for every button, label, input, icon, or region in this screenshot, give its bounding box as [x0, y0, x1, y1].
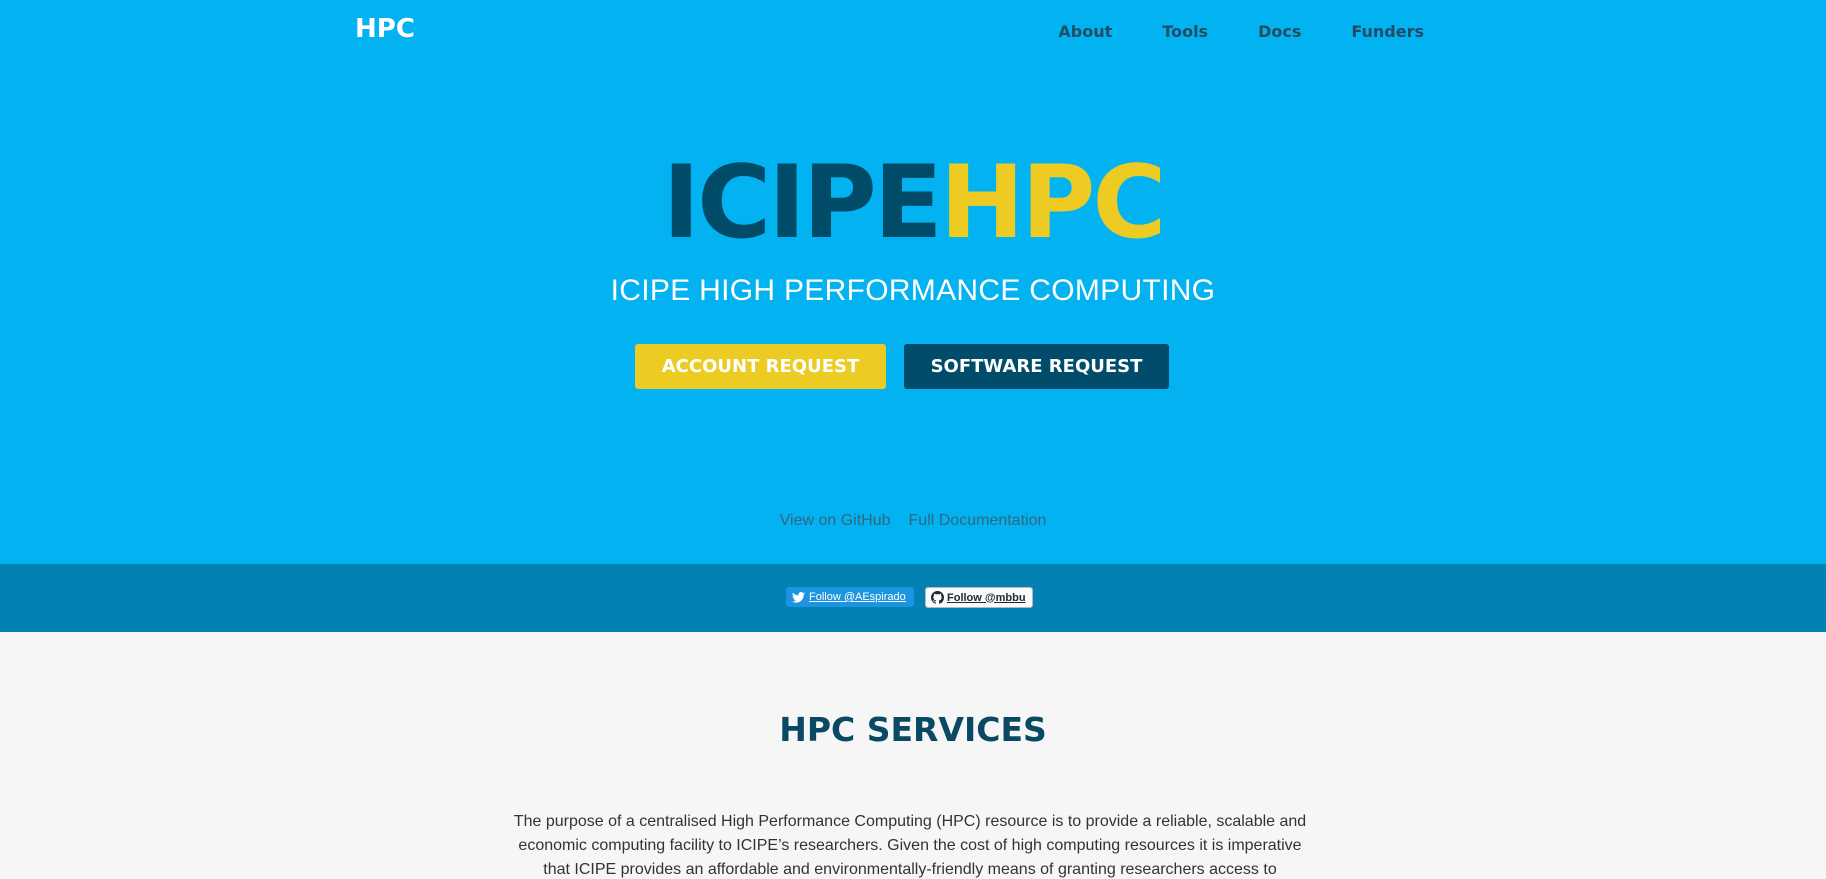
logo-part-hpc: HPC: [939, 143, 1167, 261]
nav-docs[interactable]: Docs: [1258, 22, 1301, 41]
account-request-button[interactable]: ACCOUNT REQUEST: [635, 344, 886, 389]
site-logo-title: ICIPEHPC: [0, 152, 1826, 253]
social-bar: Follow @AEspirado Follow @mbbu: [0, 564, 1826, 632]
twitter-follow-button[interactable]: Follow @AEspirado: [786, 587, 914, 607]
logo-part-icipe: ICIPE: [662, 143, 943, 261]
services-heading: HPC SERVICES: [779, 710, 1047, 749]
nav-funders[interactable]: Funders: [1351, 22, 1424, 41]
github-follow-button[interactable]: Follow @mbbu: [925, 587, 1033, 608]
nav-tools[interactable]: Tools: [1162, 22, 1208, 41]
services-description: The purpose of a centralised High Perfor…: [513, 813, 1307, 878]
hero-tagline: ICIPE HIGH PERFORMANCE COMPUTING: [610, 274, 1216, 307]
nav-about[interactable]: About: [1058, 22, 1112, 41]
twitter-follow-label: Follow @AEspirado: [809, 591, 906, 603]
github-follow-label: Follow @mbbu: [947, 591, 1026, 604]
main-nav: About Tools Docs Funders: [1058, 22, 1424, 41]
hero-links: View on GitHub Full Documentation: [0, 512, 1826, 530]
full-documentation-link[interactable]: Full Documentation: [909, 512, 1047, 530]
software-request-button[interactable]: SOFTWARE REQUEST: [904, 344, 1169, 389]
twitter-bird-icon: [792, 591, 805, 603]
hero-section: HPC About Tools Docs Funders ICIPEHPC IC…: [0, 0, 1826, 564]
view-on-github-link[interactable]: View on GitHub: [780, 512, 891, 530]
brand-link[interactable]: HPC: [355, 14, 415, 44]
github-icon: [931, 591, 944, 604]
